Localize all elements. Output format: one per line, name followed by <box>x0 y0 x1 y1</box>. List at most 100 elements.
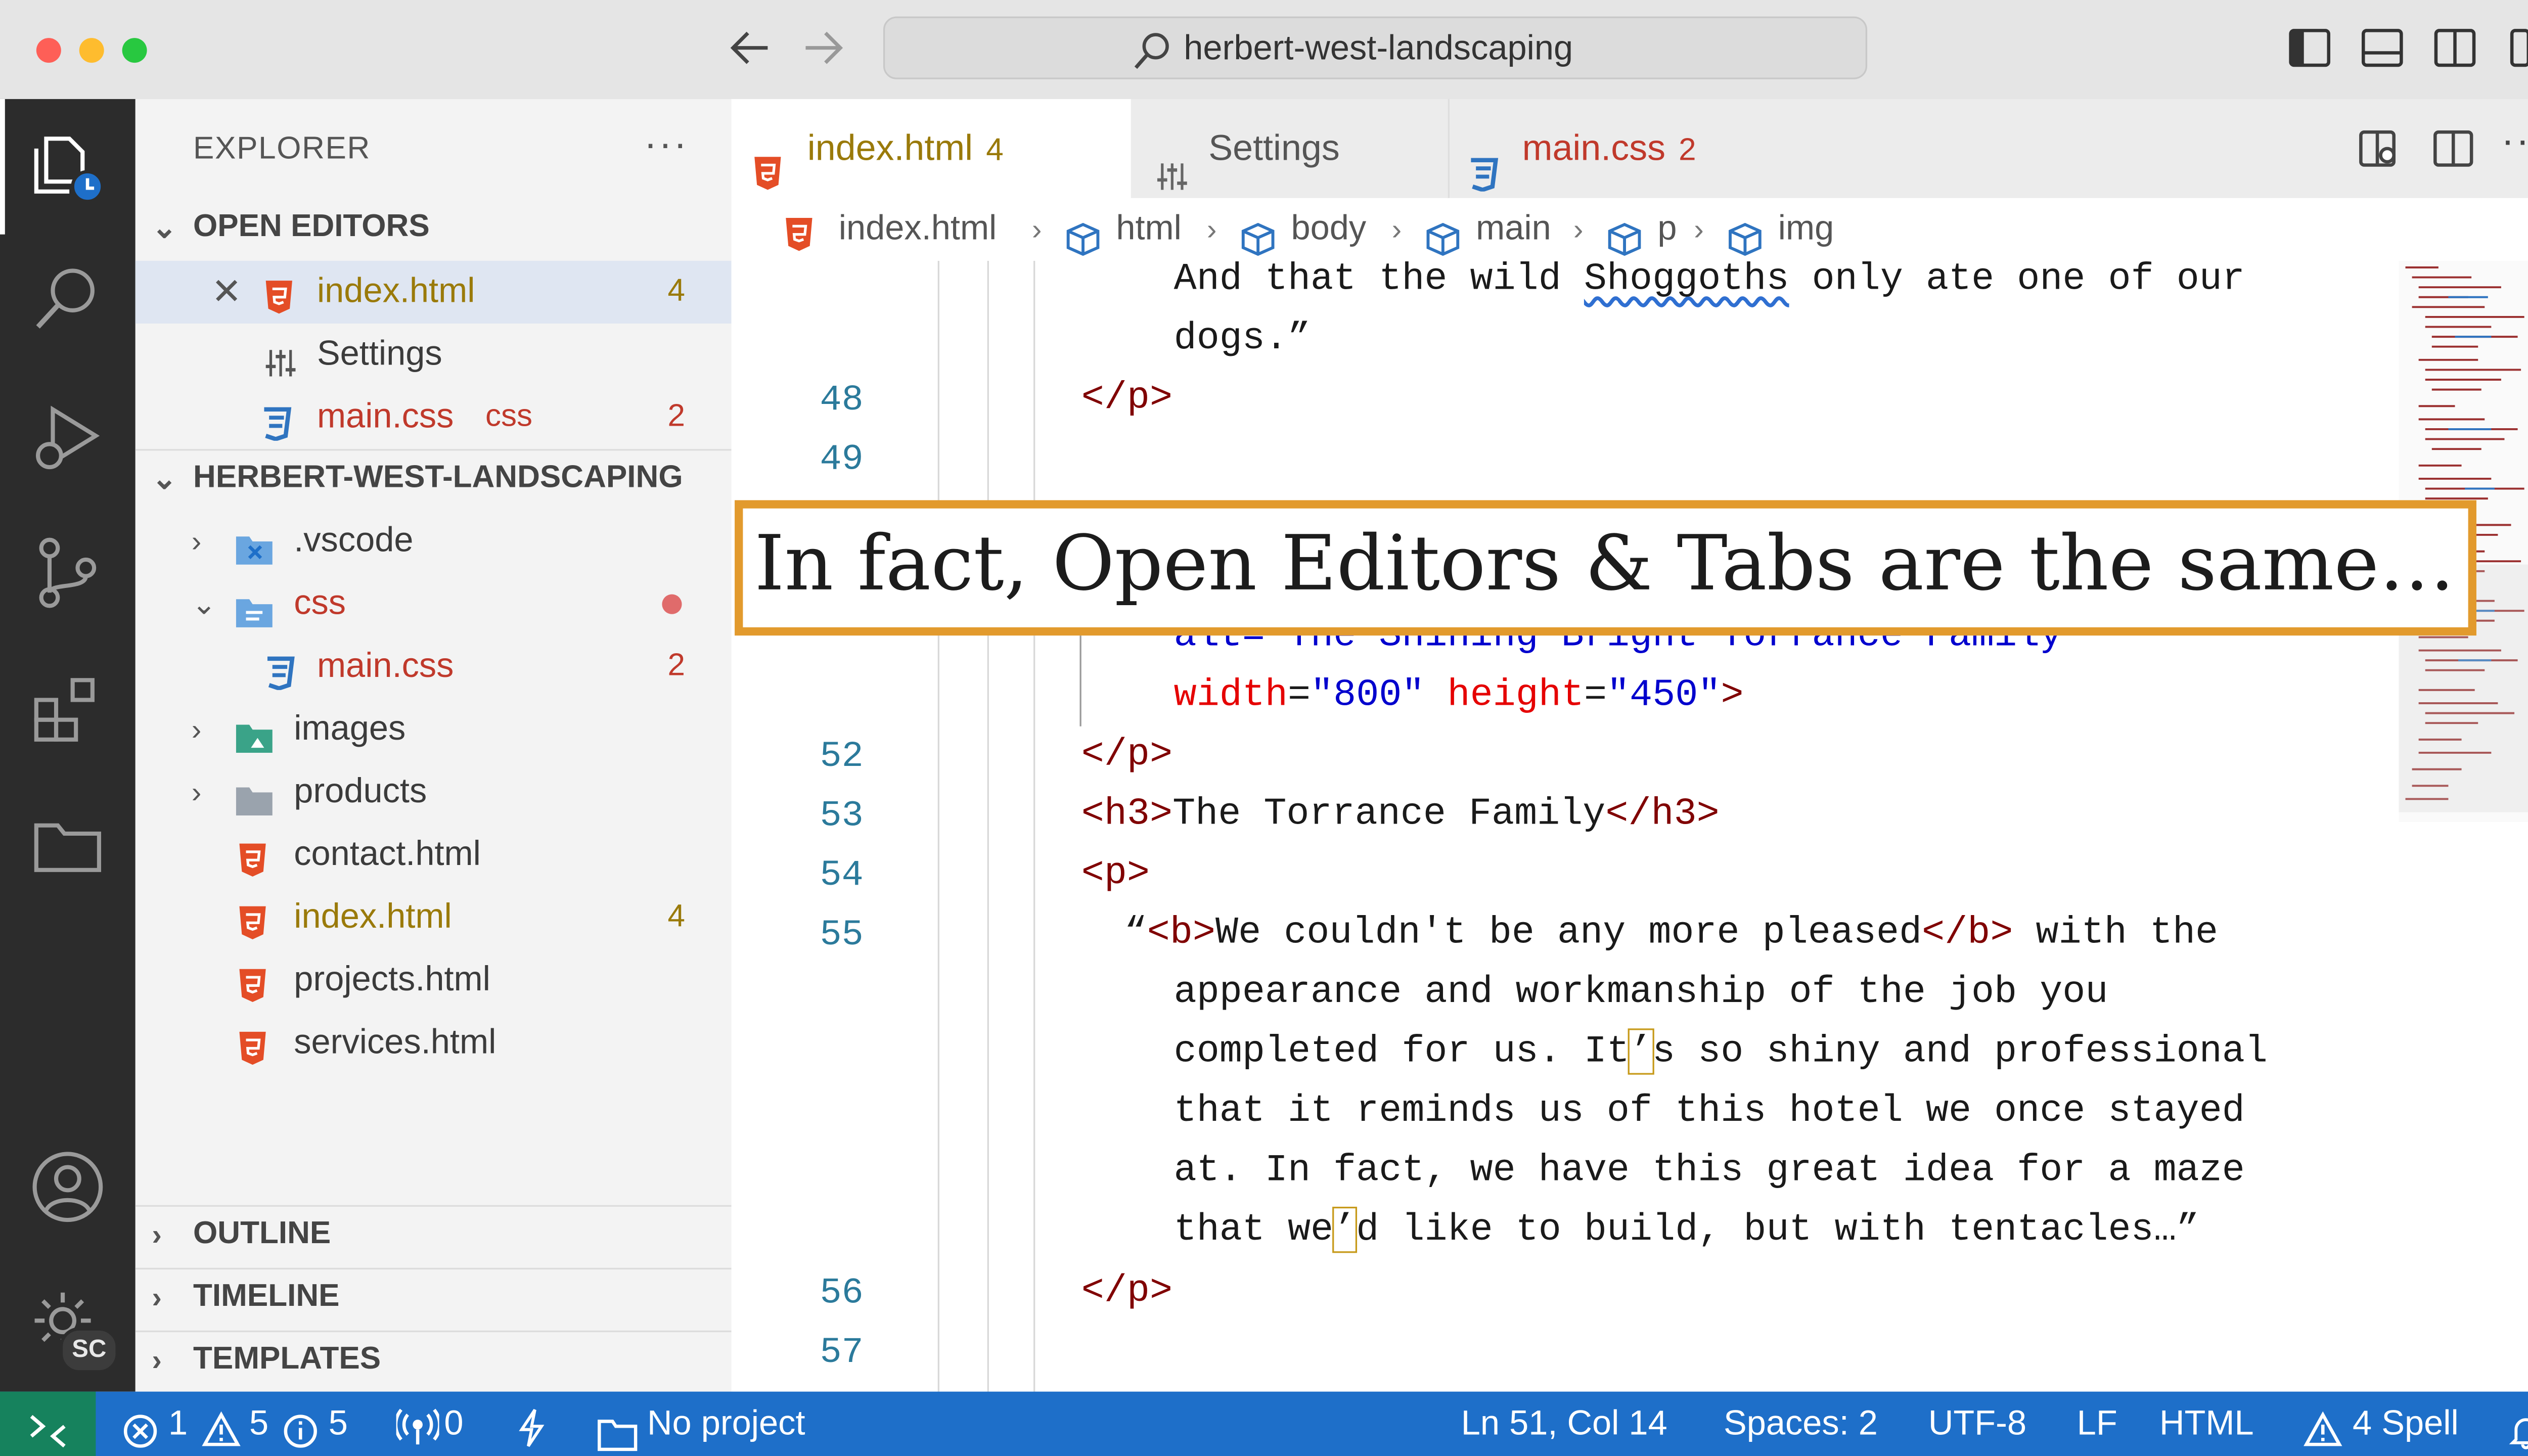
code-wrap-line: appearance and workmanship of the job yo… <box>1173 970 2108 1014</box>
open-editor-item-index-html[interactable]: ✕ index.html 4 <box>135 260 732 324</box>
language-mode[interactable]: HTML <box>2159 1392 2254 1456</box>
tab-label: index.html <box>807 127 973 169</box>
more-actions-button[interactable]: ··· <box>644 122 688 168</box>
folder-icon <box>598 1408 638 1456</box>
notifications-bell-icon[interactable] <box>2508 1406 2528 1456</box>
chevron-right-icon: › <box>1391 213 1402 246</box>
account-badge: SC <box>59 1327 119 1374</box>
modified-dot <box>662 594 682 614</box>
code-editor[interactable]: And that the wild Shoggoths only ate one… <box>731 260 2528 1392</box>
tab-settings[interactable]: Settings <box>1131 99 1450 198</box>
ports-broadcast-icon <box>394 1405 441 1456</box>
chevron-right-icon: › <box>152 1343 162 1377</box>
timeline-header[interactable]: › TIMELINE <box>136 1268 732 1328</box>
error-count[interactable]: 1 <box>168 1392 188 1456</box>
line-number: 53 <box>820 795 864 837</box>
active-indicator <box>0 99 5 235</box>
open-preview-icon[interactable] <box>2358 127 2401 178</box>
breadcrumb-item[interactable]: index.html <box>839 198 997 261</box>
cursor-position[interactable]: Ln 51, Col 14 <box>1461 1392 1667 1456</box>
html-file-icon <box>238 837 267 877</box>
tree-item-contact-html[interactable]: contact.html <box>136 824 732 886</box>
outline-header[interactable]: › OUTLINE <box>136 1205 732 1265</box>
split-editor-icon[interactable] <box>2432 127 2475 178</box>
html-file-icon <box>238 900 267 939</box>
customize-layout-icon[interactable] <box>2509 26 2528 69</box>
tree-item-projects-html[interactable]: projects.html <box>136 949 732 1012</box>
explorer-sidebar: EXPLORER ··· ⌄ OPEN EDITORS ✕ index.html… <box>135 99 733 1392</box>
command-center-search[interactable]: herbert-west-landscaping <box>883 16 1868 79</box>
breadcrumb-item[interactable]: body <box>1291 198 1366 261</box>
chevron-right-icon: › <box>191 776 202 809</box>
ports-count[interactable]: 0 <box>444 1392 463 1456</box>
line-number: 49 <box>820 439 864 481</box>
line-number: 56 <box>820 1272 864 1314</box>
maximize-window-button[interactable] <box>122 38 147 63</box>
html-file-icon <box>264 274 294 314</box>
chevron-right-icon: › <box>152 1218 162 1252</box>
more-tab-actions-button[interactable]: ··· <box>2501 119 2528 165</box>
folder-icon[interactable] <box>30 809 106 885</box>
info-count[interactable]: 5 <box>329 1392 348 1456</box>
toggle-primary-sidebar-icon[interactable] <box>2288 26 2331 69</box>
tab-label: main.css <box>1522 127 1666 169</box>
remote-indicator[interactable] <box>0 1391 96 1456</box>
toggle-panel-icon[interactable] <box>2361 26 2404 69</box>
source-control-icon[interactable] <box>30 535 106 611</box>
close-window-button[interactable] <box>36 38 61 63</box>
account-icon[interactable] <box>30 1149 106 1225</box>
code-line: “<b>We couldn't be any more pleased</b> … <box>1124 911 2219 954</box>
chevron-right-icon: › <box>152 1281 162 1314</box>
chevron-down-icon: ⌄ <box>152 462 177 495</box>
html-file-icon <box>238 1025 267 1065</box>
lightning-icon[interactable] <box>517 1405 547 1456</box>
tree-item-products[interactable]: › products <box>136 761 732 824</box>
breadcrumb-item[interactable]: p <box>1657 198 1677 261</box>
chevron-down-icon: ⌄ <box>191 587 217 621</box>
indentation[interactable]: Spaces: 2 <box>1724 1392 1878 1456</box>
minimize-window-button[interactable] <box>79 38 104 63</box>
active-indent-guide <box>1079 620 1081 726</box>
close-icon[interactable]: ✕ <box>211 261 242 324</box>
search-icon[interactable] <box>30 261 106 337</box>
run-debug-icon[interactable] <box>30 399 106 475</box>
encoding[interactable]: UTF-8 <box>1928 1392 2026 1456</box>
open-editor-item-main-css[interactable]: main.css css 2 <box>136 386 732 449</box>
tree-item-services-html[interactable]: services.html <box>136 1012 732 1075</box>
line-number: 48 <box>820 380 864 421</box>
breadcrumb-item[interactable]: img <box>1778 198 1834 261</box>
spelling-squiggle: Shoggoths <box>1584 260 1789 301</box>
tree-item-images[interactable]: › images <box>136 698 732 761</box>
tree-item-main-css[interactable]: main.css 2 <box>136 635 732 698</box>
project-indicator[interactable]: No project <box>647 1392 805 1456</box>
explorer-icon[interactable] <box>30 129 106 205</box>
end-of-line[interactable]: LF <box>2077 1392 2117 1456</box>
tab-index-html[interactable]: index.html 4 <box>731 99 1131 198</box>
open-editor-item-settings[interactable]: Settings <box>136 324 732 386</box>
tree-item-vscode[interactable]: › .vscode <box>136 510 732 573</box>
line-number: 55 <box>820 914 864 956</box>
caption-text: In fact, Open Editors & Tabs are the sam… <box>754 518 2455 608</box>
warning-icon <box>2303 1405 2342 1456</box>
warning-count[interactable]: 5 <box>249 1392 268 1456</box>
chevron-right-icon: › <box>191 713 202 746</box>
tab-main-css[interactable]: main.css 2 <box>1448 99 1815 198</box>
breadcrumb-item[interactable]: main <box>1476 198 1551 261</box>
forward-arrow-icon[interactable] <box>801 23 847 83</box>
chevron-right-icon: › <box>1694 213 1704 246</box>
chevron-down-icon: ⌄ <box>152 211 177 245</box>
tree-item-index-html[interactable]: index.html 4 <box>136 886 732 949</box>
unicode-highlight: ’ <box>1628 1028 1654 1075</box>
open-editors-header[interactable]: ⌄ OPEN EDITORS <box>136 198 732 258</box>
toggle-secondary-sidebar-icon[interactable] <box>2433 26 2476 69</box>
extensions-icon[interactable] <box>30 673 106 749</box>
back-arrow-icon[interactable] <box>727 23 773 83</box>
title-bar: herbert-west-landscaping <box>0 0 2528 101</box>
breadcrumb-item[interactable]: html <box>1116 198 1182 261</box>
folder-header[interactable]: ⌄ HERBERT-WEST-LANDSCAPING <box>136 449 732 509</box>
vscode-window: herbert-west-landscaping SC EXPLORER ···… <box>0 0 2528 1456</box>
spell-check-status[interactable]: 4 Spell <box>2353 1392 2459 1456</box>
templates-header[interactable]: › TEMPLATES <box>136 1331 732 1390</box>
tree-item-css[interactable]: ⌄ css <box>136 573 732 635</box>
tab-problem-count: 2 <box>1679 133 1696 169</box>
